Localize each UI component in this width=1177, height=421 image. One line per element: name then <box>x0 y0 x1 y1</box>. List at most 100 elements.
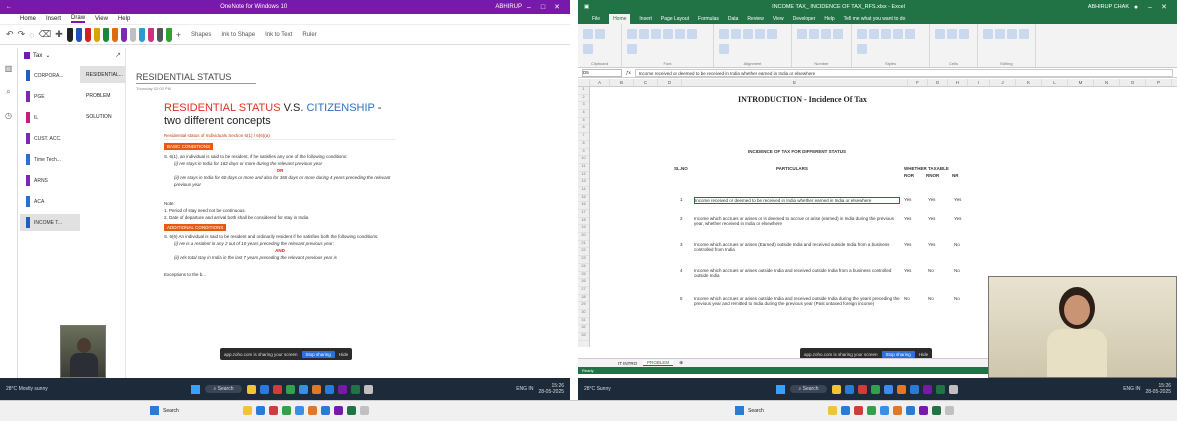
ribbon-button-icon[interactable] <box>731 29 741 39</box>
stop-sharing-button[interactable]: Stop sharing <box>881 350 915 358</box>
menu-item[interactable]: Data <box>728 16 739 22</box>
menu-item[interactable]: Review <box>747 16 763 22</box>
taskbar-app-8-icon[interactable] <box>333 406 343 415</box>
ribbon-button-icon[interactable] <box>797 29 807 39</box>
menu-item[interactable]: Help <box>824 16 834 22</box>
taskbar-app-6-icon[interactable] <box>311 384 321 394</box>
ribbon-button-icon[interactable] <box>905 29 915 39</box>
column-header[interactable]: B <box>610 79 634 86</box>
taskbar-app-7-icon[interactable] <box>320 406 330 415</box>
cell-slno[interactable]: 3 <box>680 242 683 247</box>
ribbon-button-icon[interactable] <box>1019 29 1029 39</box>
page-item[interactable]: SOLUTION <box>80 108 125 125</box>
menu-view[interactable]: View <box>95 16 108 22</box>
sheet-subtitle[interactable]: INCIDENCE OF TAX FOR DIFFERENT STATUS <box>748 149 846 154</box>
row-header[interactable]: 18 <box>578 218 589 226</box>
ribbon-button-icon[interactable] <box>755 29 765 39</box>
ribbon-button-icon[interactable] <box>595 29 605 39</box>
ribbon-button-icon[interactable] <box>639 29 649 39</box>
section-item[interactable]: CORPORA... <box>20 67 80 84</box>
avatar[interactable]: ● <box>1129 4 1143 11</box>
taskbar-app-8-icon[interactable] <box>337 384 347 394</box>
row-header[interactable]: 33 <box>578 333 589 341</box>
row-header[interactable]: 26 <box>578 279 589 287</box>
stop-sharing-button[interactable]: Stop sharing <box>301 350 335 358</box>
cell-nr[interactable]: Yes <box>954 197 961 202</box>
add-space-icon[interactable]: ✚ <box>55 29 63 40</box>
pen-12-icon[interactable] <box>165 27 172 42</box>
ribbon-button-icon[interactable] <box>1007 29 1017 39</box>
cell-slno[interactable]: 4 <box>680 268 683 273</box>
ribbon-button-icon[interactable] <box>627 29 637 39</box>
ribbon-button-icon[interactable] <box>583 29 593 39</box>
row-header[interactable]: 6 <box>578 125 589 134</box>
row-header[interactable]: 25 <box>578 272 589 280</box>
row-header[interactable]: 30 <box>578 310 589 318</box>
undo-icon[interactable]: ↶ <box>6 29 14 40</box>
menu-item[interactable]: Developer <box>793 16 816 22</box>
minimize-icon[interactable]: – <box>522 4 536 11</box>
taskbar-app-8-icon[interactable] <box>922 384 932 394</box>
page-item[interactable]: PROBLEM <box>80 87 125 104</box>
row-header[interactable]: 29 <box>578 302 589 310</box>
sheet-tab[interactable]: IT INTRO <box>618 361 637 366</box>
taskbar-app-9-icon[interactable] <box>931 406 941 415</box>
column-header[interactable]: J <box>990 79 1016 86</box>
row-header[interactable]: 1 <box>578 87 589 95</box>
taskbar-app-10-icon[interactable] <box>944 406 954 415</box>
section-item[interactable]: ARNS <box>20 172 80 189</box>
taskbar-app-2-icon[interactable] <box>840 406 850 415</box>
clock[interactable]: 15:26 28-05-2025 <box>1145 383 1171 395</box>
row-header[interactable]: 10 <box>578 156 589 164</box>
row-header[interactable]: 32 <box>578 325 589 333</box>
taskbar-app-4-icon[interactable] <box>285 384 295 394</box>
shapes-button[interactable]: Shapes <box>191 32 211 38</box>
taskbar-app-6-icon[interactable] <box>892 406 902 415</box>
ribbon-button-icon[interactable] <box>869 29 879 39</box>
column-header[interactable]: F <box>908 79 928 86</box>
row-header[interactable]: 7 <box>578 133 589 141</box>
section-item[interactable]: PGE <box>20 88 80 105</box>
column-header[interactable]: N <box>1094 79 1120 86</box>
menu-item[interactable]: Insert <box>639 16 652 22</box>
column-header[interactable]: P <box>1146 79 1172 86</box>
row-header[interactable]: 23 <box>578 256 589 264</box>
taskbar-app-9-icon[interactable] <box>935 384 945 394</box>
ruler-button[interactable]: Ruler <box>302 32 316 38</box>
ribbon-button-icon[interactable] <box>663 29 673 39</box>
row-header[interactable]: 5 <box>578 118 589 126</box>
ink-to-shape-button[interactable]: Ink to Shape <box>221 32 255 38</box>
row-header[interactable]: 14 <box>578 187 589 195</box>
ribbon-button-icon[interactable] <box>857 29 867 39</box>
ribbon-button-icon[interactable] <box>959 29 969 39</box>
pen-3-icon[interactable] <box>84 27 91 42</box>
hide-button[interactable]: Hide <box>339 352 348 357</box>
fx-icon[interactable]: ƒx <box>626 70 631 75</box>
language-indicator[interactable]: ENG IN <box>1123 386 1140 392</box>
taskbar-app-2-icon[interactable] <box>255 406 265 415</box>
header-slno[interactable]: SL.NO <box>674 166 688 171</box>
taskbar-app-1-icon[interactable] <box>246 384 256 394</box>
taskbar-app-6-icon[interactable] <box>896 384 906 394</box>
search-icon[interactable]: ⌕ <box>6 87 10 97</box>
column-header[interactable]: A <box>590 79 610 86</box>
taskbar-app-8-icon[interactable] <box>918 406 928 415</box>
cell-ror[interactable]: Yes <box>904 216 911 221</box>
weather-widget[interactable]: 28°C Sunny <box>584 386 611 392</box>
row-header[interactable]: 12 <box>578 172 589 180</box>
menu-item[interactable]: Page Layout <box>661 16 689 22</box>
taskbar-app-5-icon[interactable] <box>883 384 893 394</box>
menu-item[interactable]: View <box>773 16 784 22</box>
row-header[interactable]: 11 <box>578 164 589 172</box>
taskbar-app-2-icon[interactable] <box>844 384 854 394</box>
menu-item[interactable]: Formulas <box>698 16 719 22</box>
pen-5-icon[interactable] <box>102 27 109 42</box>
ribbon-button-icon[interactable] <box>821 29 831 39</box>
language-indicator[interactable]: ENG IN <box>516 386 533 392</box>
formula-input[interactable]: Income received or deemed to be received… <box>634 68 1173 77</box>
ribbon-button-icon[interactable] <box>881 29 891 39</box>
taskbar-app-3-icon[interactable] <box>857 384 867 394</box>
row-header[interactable]: 13 <box>578 179 589 187</box>
row-header[interactable]: 15 <box>578 195 589 203</box>
ribbon-button-icon[interactable] <box>833 29 843 39</box>
